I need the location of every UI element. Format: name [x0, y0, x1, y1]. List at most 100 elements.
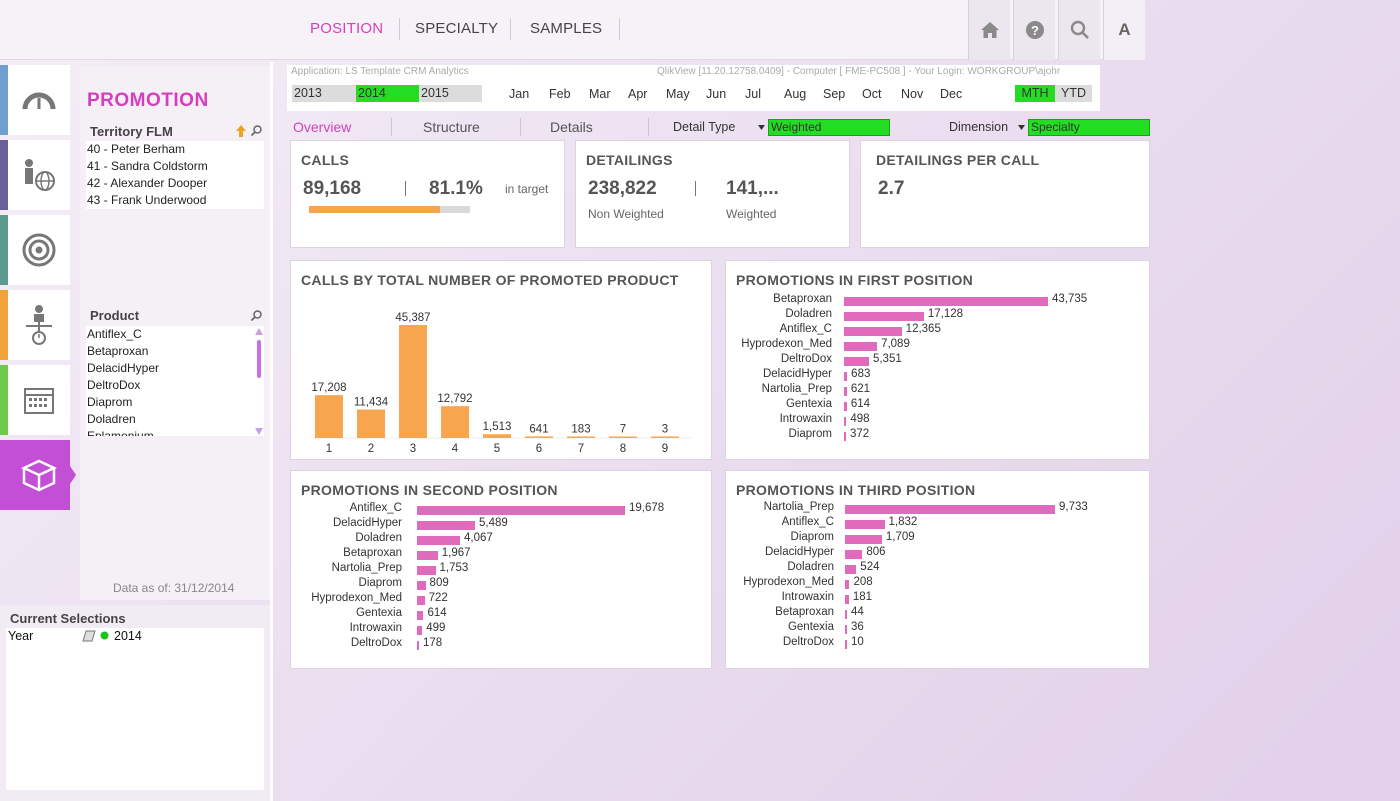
bar[interactable] — [845, 580, 850, 589]
year-2015[interactable]: 2015 — [419, 85, 482, 102]
search-icon[interactable] — [251, 310, 262, 321]
bar[interactable] — [417, 581, 426, 590]
bar[interactable] — [845, 520, 885, 529]
bar[interactable] — [844, 312, 924, 321]
bar[interactable] — [483, 434, 511, 438]
list-item[interactable]: 41 - Sandra Coldstorm — [86, 158, 264, 175]
bar[interactable] — [567, 436, 595, 439]
bar[interactable] — [844, 417, 847, 426]
bar[interactable] — [844, 342, 878, 351]
bar[interactable] — [845, 550, 863, 559]
bar[interactable] — [609, 436, 637, 439]
sidebar-item-calendar[interactable] — [0, 365, 70, 435]
territory-list[interactable]: 40 - Peter Berham 41 - Sandra Coldstorm … — [86, 141, 264, 209]
bar[interactable] — [844, 372, 848, 381]
month-jan[interactable]: Jan — [509, 87, 529, 101]
month-sep[interactable]: Sep — [823, 87, 845, 101]
list-item[interactable]: Diaprom — [86, 394, 264, 411]
bar[interactable] — [845, 640, 847, 649]
dimension-select[interactable]: Specialty — [1028, 119, 1150, 136]
list-item[interactable]: 40 - Peter Berham — [86, 141, 264, 158]
kpi-title: CALLS — [301, 152, 350, 168]
sidebar-item-presentation[interactable] — [0, 140, 70, 210]
bar[interactable] — [844, 432, 846, 441]
bar[interactable] — [417, 596, 425, 605]
scroll-up-icon[interactable] — [255, 328, 263, 335]
dropdown-arrow-icon[interactable] — [758, 125, 765, 130]
account-button[interactable]: A — [1103, 0, 1145, 60]
bar[interactable] — [315, 395, 343, 438]
scroll-down-icon[interactable] — [255, 428, 263, 435]
bar[interactable] — [417, 641, 419, 650]
month-oct[interactable]: Oct — [862, 87, 881, 101]
bar[interactable] — [844, 357, 869, 366]
bar[interactable] — [417, 626, 423, 635]
tab-overview[interactable]: Overview — [293, 119, 351, 135]
bar[interactable] — [417, 521, 476, 530]
year-2014[interactable]: 2014 — [356, 85, 419, 102]
scroll-thumb[interactable] — [257, 340, 261, 378]
bar[interactable] — [441, 406, 469, 438]
list-item[interactable]: 42 - Alexander Dooper — [86, 175, 264, 192]
bar[interactable] — [845, 625, 847, 634]
bar[interactable] — [417, 551, 438, 560]
month-nov[interactable]: Nov — [901, 87, 923, 101]
sidebar-item-organization[interactable] — [0, 290, 70, 360]
bar[interactable] — [844, 297, 1048, 306]
month-jun[interactable]: Jun — [706, 87, 726, 101]
year-2013[interactable]: 2013 — [292, 85, 356, 102]
home-button[interactable] — [968, 0, 1010, 60]
bar[interactable] — [651, 436, 679, 439]
search-icon[interactable] — [251, 125, 262, 136]
list-item[interactable]: Doladren — [86, 411, 264, 428]
bar[interactable] — [417, 506, 625, 515]
bar[interactable] — [845, 595, 849, 604]
bar[interactable] — [845, 535, 882, 544]
bar[interactable] — [844, 387, 847, 396]
tab-structure[interactable]: Structure — [423, 119, 480, 135]
chart-first-position: PROMOTIONS IN FIRST POSITION Betaproxan 4… — [725, 260, 1150, 460]
ytd-toggle[interactable]: YTD — [1055, 85, 1092, 102]
list-item[interactable]: Betaproxan — [86, 343, 264, 360]
product-list[interactable]: Antiflex_C Betaproxan DelacidHyper Deltr… — [86, 326, 264, 436]
help-button[interactable]: ? — [1013, 0, 1055, 60]
bar[interactable] — [417, 611, 424, 620]
month-dec[interactable]: Dec — [940, 87, 962, 101]
tab-position[interactable]: POSITION — [310, 20, 383, 37]
bar[interactable] — [417, 566, 436, 575]
month-jul[interactable]: Jul — [745, 87, 761, 101]
bar[interactable] — [357, 409, 385, 438]
bar[interactable] — [845, 505, 1055, 514]
tab-specialty[interactable]: SPECIALTY — [415, 20, 498, 37]
bar[interactable] — [844, 402, 847, 411]
search-button[interactable] — [1058, 0, 1100, 60]
bar[interactable] — [845, 610, 847, 619]
month-feb[interactable]: Feb — [549, 87, 571, 101]
sort-up-icon[interactable] — [236, 125, 246, 137]
month-aug[interactable]: Aug — [784, 87, 806, 101]
dropdown-arrow-icon[interactable] — [1018, 125, 1025, 130]
month-mar[interactable]: Mar — [589, 87, 611, 101]
detail-type-select[interactable]: Weighted — [768, 119, 890, 136]
list-item[interactable]: DelacidHyper — [86, 360, 264, 377]
sidebar-item-targets[interactable] — [0, 215, 70, 285]
list-item[interactable]: DeltroDox — [86, 377, 264, 394]
bar[interactable] — [525, 436, 553, 438]
sidebar-item-promotion[interactable] — [0, 440, 70, 510]
tab-details[interactable]: Details — [550, 119, 593, 135]
bar[interactable] — [845, 565, 857, 574]
month-may[interactable]: May — [666, 87, 690, 101]
eraser-icon[interactable] — [82, 630, 96, 642]
list-item[interactable]: Antiflex_C — [86, 326, 264, 343]
list-item[interactable]: 43 - Frank Underwood — [86, 192, 264, 209]
bar[interactable] — [417, 536, 460, 545]
list-item[interactable]: Eplamonium — [86, 428, 264, 436]
product-scrollbar[interactable] — [254, 328, 264, 436]
bar[interactable] — [399, 325, 427, 438]
mth-toggle[interactable]: MTH — [1015, 85, 1055, 102]
sidebar-item-dashboard[interactable] — [0, 65, 70, 135]
tab-samples[interactable]: SAMPLES — [530, 20, 602, 37]
month-apr[interactable]: Apr — [628, 87, 647, 101]
bar[interactable] — [844, 327, 902, 336]
data-label: 11,434 — [354, 397, 389, 409]
